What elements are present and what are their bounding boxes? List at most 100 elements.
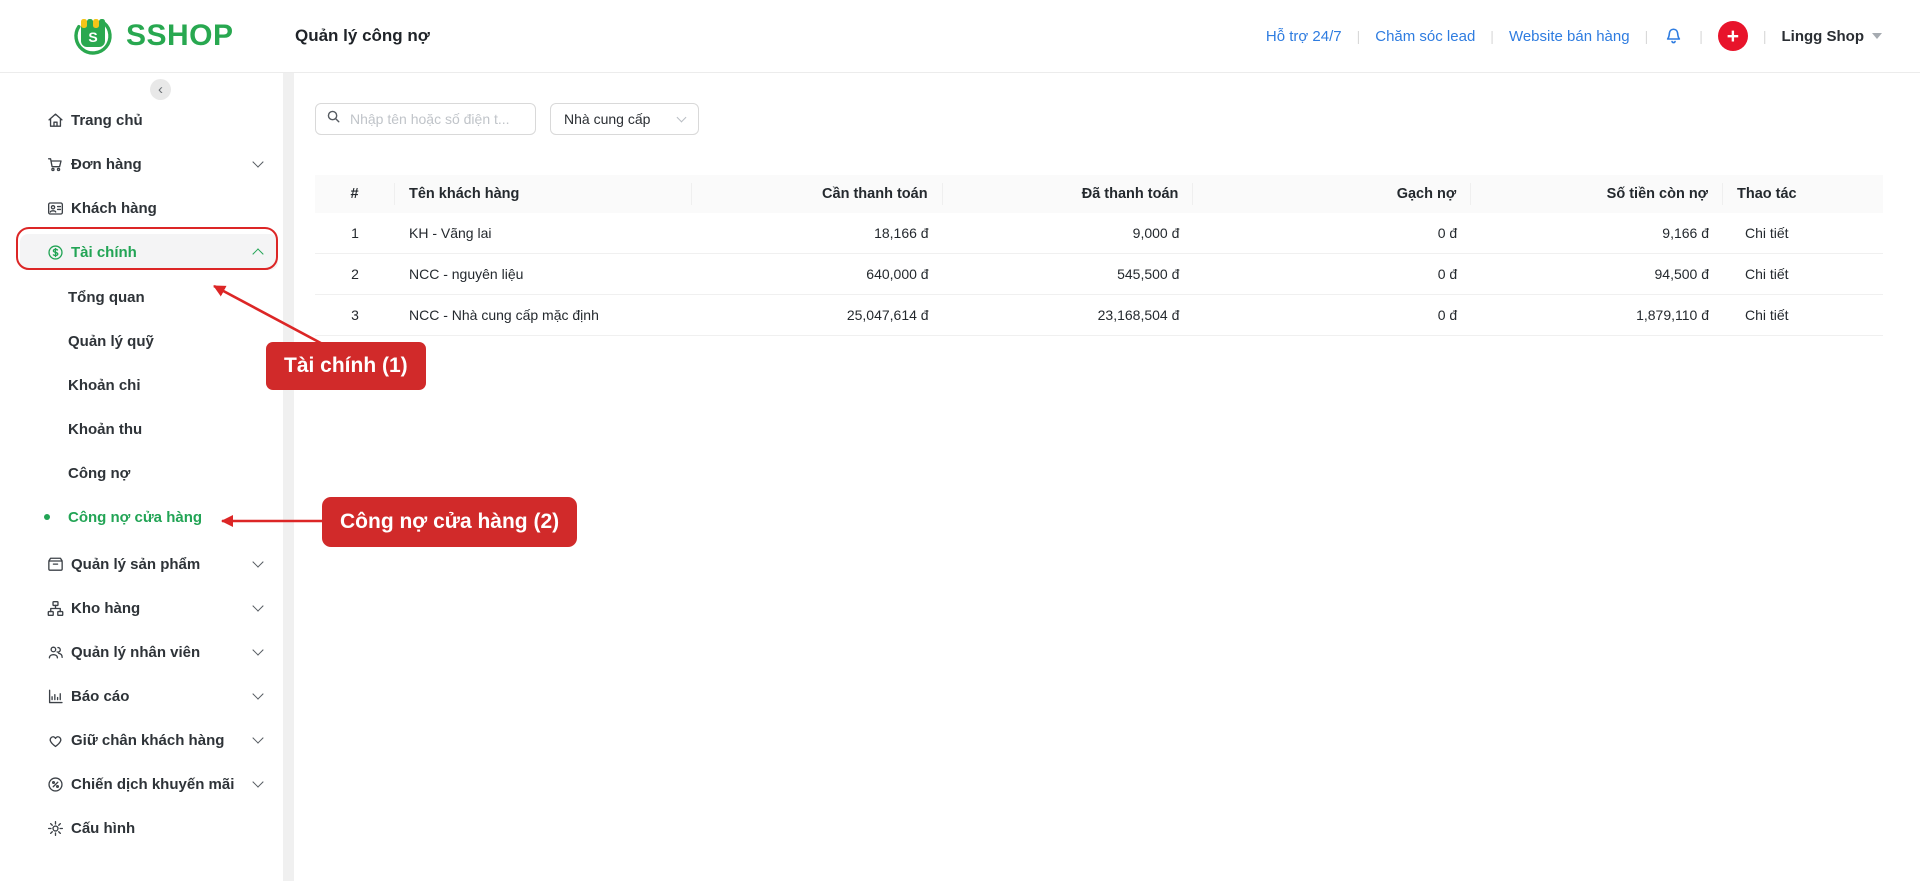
debt-table: # Tên khách hàng Cần thanh toán Đã thanh to…	[315, 175, 1883, 336]
sidebar-item-giu-chan-khach-hang[interactable]: Giữ chân khách hàng	[20, 718, 278, 762]
chevron-down-icon	[252, 776, 264, 788]
divider: |	[1490, 28, 1494, 44]
search-box	[315, 103, 536, 135]
page-title: Quản lý công nợ	[295, 26, 430, 45]
table-cell: 25,047,614 đ	[846, 307, 929, 323]
table-cell: 2	[351, 266, 359, 282]
table-cell: NCC - nguyên liệu	[409, 266, 524, 282]
table-cell: 23,168,504 đ	[1097, 307, 1180, 323]
sidebar-item-label: Trang chủ	[71, 111, 143, 129]
divider: |	[1699, 28, 1703, 44]
sidebar-item-tai-chinh[interactable]: Tài chính	[20, 234, 278, 270]
main-layout: ‹ Trang chủ Đơn hàng Khách hàng Tài chín…	[0, 73, 1920, 881]
supplier-select-value: Nhà cung cấp	[564, 111, 651, 127]
settings-icon	[45, 818, 65, 838]
table-cell: 0 đ	[1437, 266, 1458, 282]
table-cell: 640,000 đ	[866, 266, 929, 282]
table-row: 3 NCC - Nhà cung cấp mặc định 25,047,614 đ…	[315, 295, 1883, 336]
divider: |	[1356, 28, 1361, 44]
sidebar-item-label: Khách hàng	[71, 199, 157, 217]
sidebar-item-quan-ly-san-pham[interactable]: Quản lý sản phẩm	[20, 542, 278, 586]
sidebar-subitem-label: Công nợ cửa hàng	[68, 508, 203, 526]
table-row: 1 KH - Vãng lai 18,166 đ 9,000 đ 0 đ 9,166 đ C…	[315, 213, 1883, 254]
search-icon	[326, 109, 341, 129]
chevron-up-icon	[252, 248, 264, 260]
detail-link[interactable]: Chi tiết	[1723, 266, 1883, 282]
chevron-down-icon	[252, 644, 264, 656]
chevron-down-icon	[676, 112, 687, 123]
table-column-header: #	[315, 183, 395, 205]
sidebar-item-label: Kho hàng	[71, 599, 141, 617]
sidebar-subitem-label: Quản lý quỹ	[68, 332, 154, 350]
account-name: Lingg Shop	[1781, 27, 1864, 45]
sidebar-item-chien-dich-khuyen-mai[interactable]: Chiến dịch khuyến mãi	[20, 762, 278, 806]
table-row: 2 NCC - nguyên liệu 640,000 đ 545,500 đ 0 đ 9…	[315, 254, 1883, 295]
table-column-header: Đã thanh toán	[943, 183, 1194, 205]
table-cell: KH - Vãng lai	[409, 225, 492, 241]
detail-link[interactable]: Chi tiết	[1723, 225, 1883, 241]
search-input[interactable]	[348, 110, 525, 128]
brand-name: SSHOP	[126, 19, 234, 52]
table-cell: 94,500 đ	[1654, 266, 1710, 282]
plus-icon[interactable]: +	[1717, 21, 1748, 51]
sidebar-item-label: Tài chính	[71, 243, 137, 261]
sidebar-item-cau-hinh[interactable]: Cấu hình	[20, 806, 278, 850]
table-cell: 1,879,110 đ	[1636, 307, 1709, 323]
chevron-down-icon	[252, 600, 264, 612]
sidebar: ‹ Trang chủ Đơn hàng Khách hàng Tài chín…	[0, 73, 294, 881]
bell-icon[interactable]	[1663, 26, 1684, 47]
app-logo[interactable]: S SSHOP	[70, 11, 295, 62]
sidebar-item-trang-chu[interactable]: Trang chủ	[20, 98, 278, 142]
active-dot-icon	[44, 514, 50, 520]
divider: |	[1762, 28, 1767, 44]
toplink-ho-tro[interactable]: Hỗ trợ 24/7	[1266, 28, 1342, 45]
table-cell: 0 đ	[1437, 225, 1458, 241]
sidebar-item-label: Chiến dịch khuyến mãi	[71, 775, 235, 793]
divider: |	[1644, 28, 1649, 44]
table-cell: 1	[351, 225, 359, 241]
supplier-select[interactable]: Nhà cung cấp	[550, 103, 700, 135]
sidebar-subitem-khoan-thu[interactable]: Khoản thu	[0, 407, 294, 451]
sidebar-subitem-tong-quan[interactable]: Tổng quan	[0, 275, 294, 319]
svg-text:S: S	[88, 29, 97, 45]
table-cell: 9,166 đ	[1662, 225, 1709, 241]
table-cell: 3	[351, 307, 359, 323]
sidebar-subitem-label: Khoản thu	[68, 420, 143, 438]
table-column-header: Thao tác	[1737, 186, 1797, 202]
sidebar-item-label: Đơn hàng	[71, 155, 142, 173]
table-cell: 18,166 đ	[874, 225, 929, 241]
sshop-logo-icon: S	[70, 11, 116, 62]
toplink-website-ban-hang[interactable]: Website bán hàng	[1509, 28, 1630, 45]
sidebar-item-label: Báo cáo	[71, 687, 130, 705]
products-icon	[45, 554, 65, 574]
sidebar-item-bao-cao[interactable]: Báo cáo	[20, 674, 278, 718]
toplink-cham-soc-lead[interactable]: Chăm sóc lead	[1375, 28, 1475, 45]
account-menu[interactable]: Lingg Shop	[1782, 28, 1882, 45]
sidebar-subitem-quan-ly-quy[interactable]: Quản lý quỹ	[0, 319, 294, 363]
sidebar-item-khach-hang[interactable]: Khách hàng	[20, 186, 278, 230]
finance-icon	[45, 242, 65, 262]
sidebar-subitem-label: Tổng quan	[68, 288, 145, 306]
chevron-down-icon	[1872, 33, 1882, 39]
topbar: S SSHOP Quản lý công nợ Hỗ trợ 24/7 | Chăm…	[0, 0, 1920, 73]
sidebar-collapse-button[interactable]: ‹	[150, 79, 171, 100]
detail-link[interactable]: Chi tiết	[1723, 307, 1883, 323]
sidebar-item-label: Quản lý nhân viên	[71, 643, 201, 661]
sidebar-subitem-label: Công nợ	[68, 464, 131, 482]
sidebar-subitem-cong-no[interactable]: Công nợ	[0, 451, 294, 495]
sidebar-nav: Trang chủ Đơn hàng Khách hàng Tài chính …	[0, 98, 294, 850]
sidebar-item-quan-ly-nhan-vien[interactable]: Quản lý nhân viên	[20, 630, 278, 674]
customers-icon	[45, 198, 65, 218]
sidebar-subitem-khoan-chi[interactable]: Khoản chi	[0, 363, 294, 407]
table-cell: NCC - Nhà cung cấp mặc định	[409, 307, 599, 323]
promotion-icon	[45, 774, 65, 794]
sidebar-item-kho-hang[interactable]: Kho hàng	[20, 586, 278, 630]
content: Nhà cung cấp #Tên khách hàngCần thanh to…	[294, 73, 1920, 881]
table-column-header: Tên khách hàng	[395, 183, 692, 205]
sidebar-subitem-cong-no-cua-hang[interactable]: Công nợ cửa hàng	[0, 495, 294, 539]
table-column-header: Gạch nợ	[1193, 183, 1472, 205]
sidebar-item-label: Cấu hình	[71, 819, 136, 837]
sidebar-item-don-hang[interactable]: Đơn hàng	[20, 142, 278, 186]
table-column-header: Số tiền còn nợ	[1471, 183, 1723, 205]
table-cell: 9,000 đ	[1132, 225, 1180, 241]
